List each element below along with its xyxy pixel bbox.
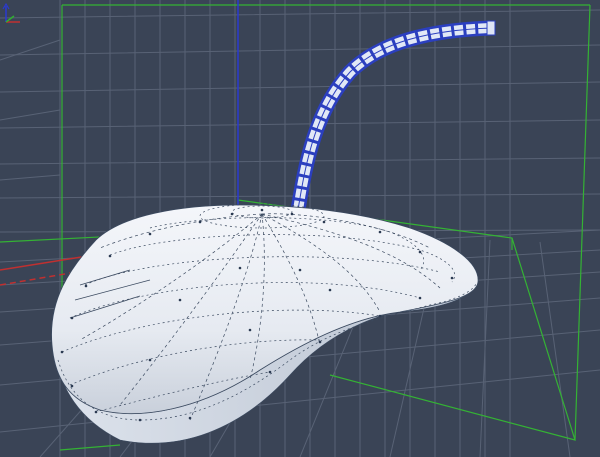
mouse-body[interactable] xyxy=(51,203,479,444)
viewport-canvas[interactable] xyxy=(0,0,600,457)
3d-viewport[interactable] xyxy=(0,0,600,457)
axis-gizmo-icon xyxy=(2,2,20,23)
